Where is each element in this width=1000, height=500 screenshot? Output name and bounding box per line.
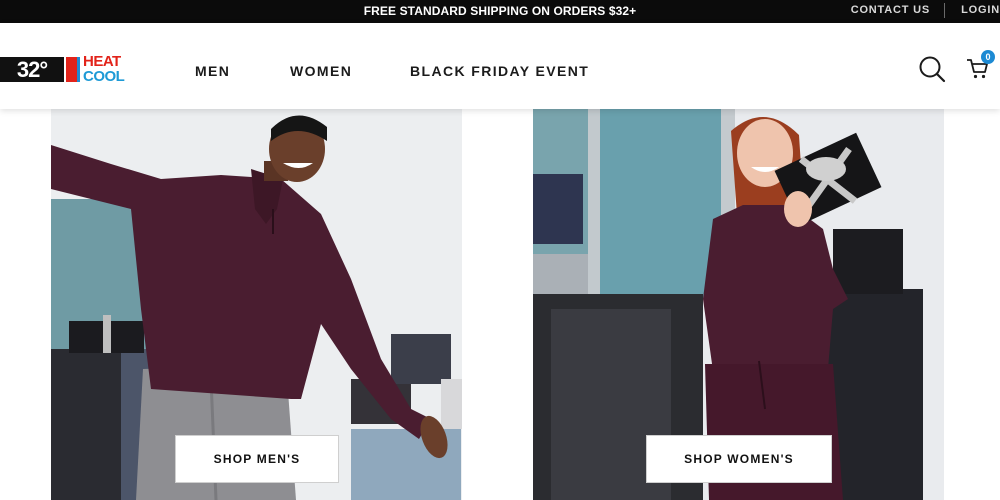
nav-black-friday-event[interactable]: BLACK FRIDAY EVENT <box>410 62 589 80</box>
logo-cool-text: COOL <box>83 68 125 85</box>
announcement-bar: FREE STANDARD SHIPPING ON ORDERS $32+ CO… <box>0 0 1000 23</box>
logo-blue-band <box>77 57 80 82</box>
login-link[interactable]: LOGIN <box>961 0 1000 23</box>
shop-mens-button[interactable]: SHOP MEN'S <box>175 435 339 483</box>
site-header: 32° HEAT COOL MEN WOMEN BLACK FRIDAY EVE… <box>0 23 1000 109</box>
contact-us-link[interactable]: CONTACT US <box>851 0 930 23</box>
search-icon <box>919 56 946 83</box>
utility-links: CONTACT US LOGIN <box>840 0 1000 23</box>
logo-32-degrees: 32° <box>0 57 64 82</box>
nav-men[interactable]: MEN <box>195 62 230 80</box>
search-button[interactable] <box>918 55 946 83</box>
nav-women[interactable]: WOMEN <box>290 62 352 80</box>
utility-divider <box>944 3 945 18</box>
shop-womens-button[interactable]: SHOP WOMEN'S <box>646 435 832 483</box>
cart-count-badge: 0 <box>981 50 995 64</box>
brand-logo[interactable]: 32° HEAT COOL <box>0 54 135 88</box>
logo-red-band <box>66 57 77 82</box>
